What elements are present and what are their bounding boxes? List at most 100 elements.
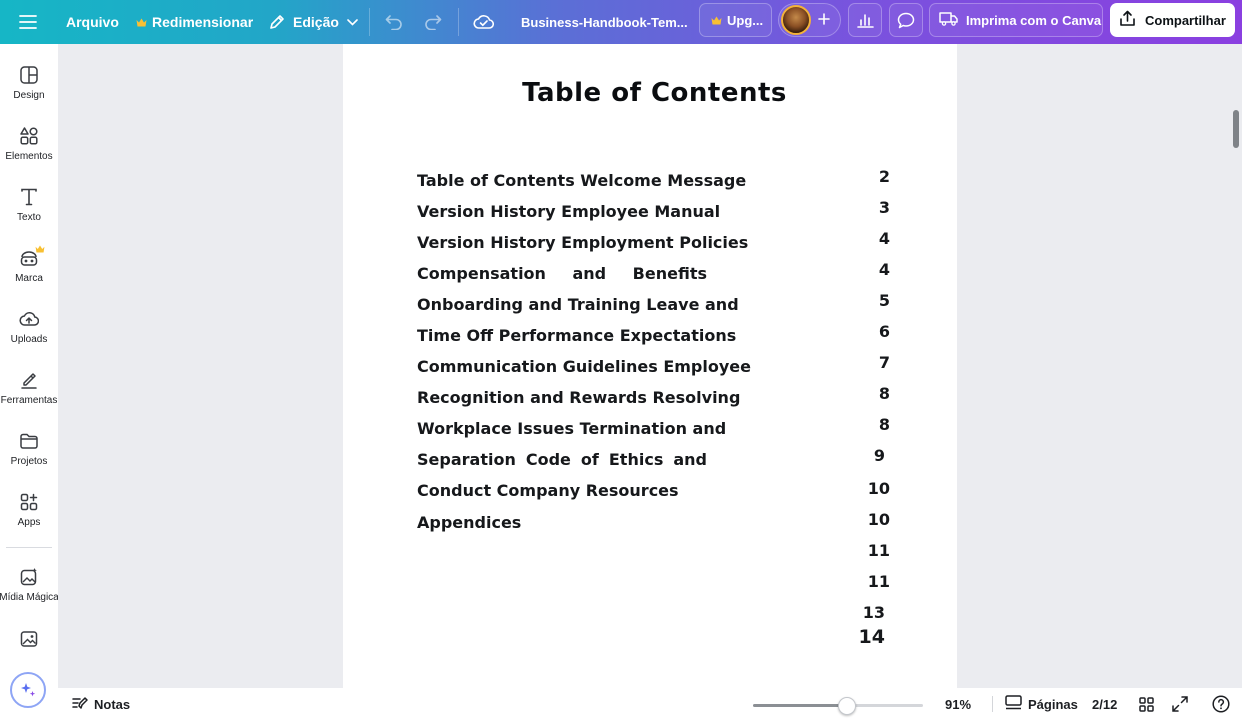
notes-button[interactable]: Notas bbox=[72, 688, 130, 720]
resize-button[interactable]: Redimensionar bbox=[136, 0, 253, 44]
hamburger-menu-icon[interactable] bbox=[19, 0, 37, 44]
top-toolbar: Arquivo Redimensionar Edição Business-Ha… bbox=[0, 0, 1242, 44]
chevron-down-icon bbox=[347, 18, 358, 26]
toc-page-number[interactable]: 11 bbox=[850, 571, 890, 593]
zoom-slider-handle[interactable] bbox=[838, 697, 856, 715]
toc-page-number[interactable]: 4 bbox=[850, 259, 890, 281]
toc-text-line[interactable]: Version History Employment Policies bbox=[417, 232, 748, 254]
comment-icon[interactable] bbox=[889, 3, 923, 37]
plus-icon[interactable] bbox=[818, 12, 830, 28]
pages-label: Páginas bbox=[1028, 696, 1078, 712]
sidebar-item-apps[interactable]: Apps bbox=[0, 490, 58, 546]
toc-text-line[interactable]: Time Off Performance Expectations bbox=[417, 325, 736, 347]
crown-icon bbox=[35, 240, 45, 258]
toc-page-number[interactable]: 11 bbox=[850, 540, 890, 562]
zoom-level[interactable]: 91% bbox=[945, 688, 971, 720]
collaborators-group[interactable] bbox=[778, 3, 841, 37]
crown-icon bbox=[136, 18, 147, 27]
toc-page-number[interactable]: 8 bbox=[850, 414, 890, 436]
page-title[interactable]: Table of Contents bbox=[0, 78, 1242, 108]
edit-mode-dropdown[interactable]: Edição bbox=[268, 0, 358, 44]
grid-view-icon[interactable] bbox=[1139, 688, 1154, 720]
toc-page-number[interactable]: 5 bbox=[850, 290, 890, 312]
scrollbar-thumb[interactable] bbox=[1233, 110, 1239, 148]
truck-icon bbox=[939, 11, 958, 29]
sidebar-item-label: Marca bbox=[15, 273, 43, 284]
vertical-scrollbar[interactable] bbox=[1230, 44, 1242, 688]
sidebar-item-label: Mídia Mágica bbox=[0, 592, 59, 603]
toc-page-number[interactable]: 6 bbox=[850, 321, 890, 343]
analytics-icon[interactable] bbox=[848, 3, 882, 37]
share-button[interactable]: Compartilhar bbox=[1110, 3, 1235, 37]
magic-assistant-button[interactable] bbox=[10, 672, 46, 708]
folder-icon bbox=[20, 433, 38, 449]
magic-media-icon bbox=[20, 568, 37, 586]
sidebar-item-text[interactable]: Texto bbox=[0, 185, 58, 241]
toolbar-divider bbox=[369, 8, 370, 36]
pages-button[interactable]: Páginas bbox=[1005, 688, 1078, 720]
sidebar-item-label: Projetos bbox=[10, 456, 48, 467]
sidebar-item-label: Apps bbox=[17, 517, 41, 528]
toc-text-line[interactable]: Conduct Company Resources bbox=[417, 480, 707, 502]
cloud-saved-icon[interactable] bbox=[473, 0, 494, 44]
toc-page-number[interactable]: 2 bbox=[850, 166, 890, 188]
share-label: Compartilhar bbox=[1145, 12, 1226, 28]
toc-text-line[interactable]: Onboarding and Training Leave and bbox=[417, 294, 739, 316]
resize-label: Redimensionar bbox=[152, 14, 254, 30]
pencil-icon bbox=[268, 14, 285, 31]
toc-text-line[interactable]: Recognition and Rewards Resolving bbox=[417, 387, 740, 409]
undo-icon[interactable] bbox=[385, 0, 403, 44]
toc-text-line[interactable]: Separation Code of Ethics and bbox=[417, 449, 707, 471]
toc-text-line[interactable]: Appendices bbox=[417, 512, 707, 534]
toc-text-line[interactable]: Workplace Issues Termination and bbox=[417, 418, 726, 440]
sidebar-item-label: Elementos bbox=[5, 151, 53, 162]
toc-page-number[interactable]: 10 bbox=[850, 509, 890, 531]
toc-text-line[interactable]: Table of Contents Welcome Message bbox=[417, 170, 746, 192]
upgrade-label: Upg... bbox=[727, 12, 764, 28]
toc-page-number[interactable]: 8 bbox=[850, 383, 890, 405]
sidebar-item-magic-media[interactable]: Mídia Mágica bbox=[0, 565, 59, 621]
share-upload-icon bbox=[1119, 10, 1136, 30]
toc-text-line[interactable]: Compensation and Benefits bbox=[417, 263, 707, 285]
toc-text-line[interactable]: Communication Guidelines Employee bbox=[417, 356, 751, 378]
sidebar-item-projects[interactable]: Projetos bbox=[0, 429, 58, 485]
upgrade-button[interactable]: Upg... bbox=[699, 3, 772, 37]
toc-page-number[interactable]: 9 bbox=[845, 445, 885, 467]
toc-page-number[interactable]: 13 bbox=[845, 602, 885, 624]
file-menu[interactable]: Arquivo bbox=[66, 0, 119, 44]
avatar[interactable] bbox=[781, 5, 811, 35]
document-name[interactable]: Business-Handbook-Tem... bbox=[521, 0, 688, 44]
page-indicator[interactable]: 2/12 bbox=[1092, 688, 1117, 720]
toc-page-number[interactable]: 7 bbox=[850, 352, 890, 374]
bottom-toolbar: Notas 91% Páginas 2/12 bbox=[58, 688, 1242, 720]
apps-icon bbox=[20, 493, 38, 511]
toolbar-divider bbox=[458, 8, 459, 36]
sidebar-item-brand[interactable]: Marca bbox=[0, 246, 58, 302]
toc-page-number[interactable]: 3 bbox=[850, 197, 890, 219]
left-sidebar: Design Elementos Texto Marca Uploads Fer… bbox=[0, 44, 59, 720]
sidebar-divider bbox=[6, 547, 52, 548]
bottom-divider bbox=[992, 696, 993, 712]
sidebar-item-label: Ferramentas bbox=[0, 395, 58, 406]
text-icon bbox=[21, 188, 37, 206]
redo-icon[interactable] bbox=[424, 0, 442, 44]
notes-label: Notas bbox=[94, 696, 131, 712]
toc-page-number[interactable]: 14 bbox=[845, 626, 885, 648]
help-icon[interactable] bbox=[1212, 688, 1230, 720]
sidebar-item-label: Texto bbox=[17, 212, 41, 223]
fullscreen-icon[interactable] bbox=[1172, 688, 1188, 720]
crown-icon bbox=[711, 12, 722, 28]
toc-page-number[interactable]: 10 bbox=[850, 478, 890, 500]
cloud-upload-icon bbox=[19, 311, 39, 326]
image-icon bbox=[20, 631, 38, 647]
edit-label: Edição bbox=[293, 14, 339, 30]
toc-page-number[interactable]: 4 bbox=[850, 228, 890, 250]
print-with-canva-button[interactable]: Imprima com o Canva bbox=[929, 3, 1103, 37]
toc-text-line[interactable]: Version History Employee Manual bbox=[417, 201, 720, 223]
sidebar-item-tools[interactable]: Ferramentas bbox=[0, 368, 58, 424]
sidebar-item-uploads[interactable]: Uploads bbox=[0, 307, 58, 363]
sidebar-item-elements[interactable]: Elementos bbox=[0, 124, 58, 180]
notes-icon bbox=[72, 696, 88, 713]
sidebar-item-label: Uploads bbox=[10, 334, 48, 345]
pages-icon bbox=[1005, 695, 1022, 713]
